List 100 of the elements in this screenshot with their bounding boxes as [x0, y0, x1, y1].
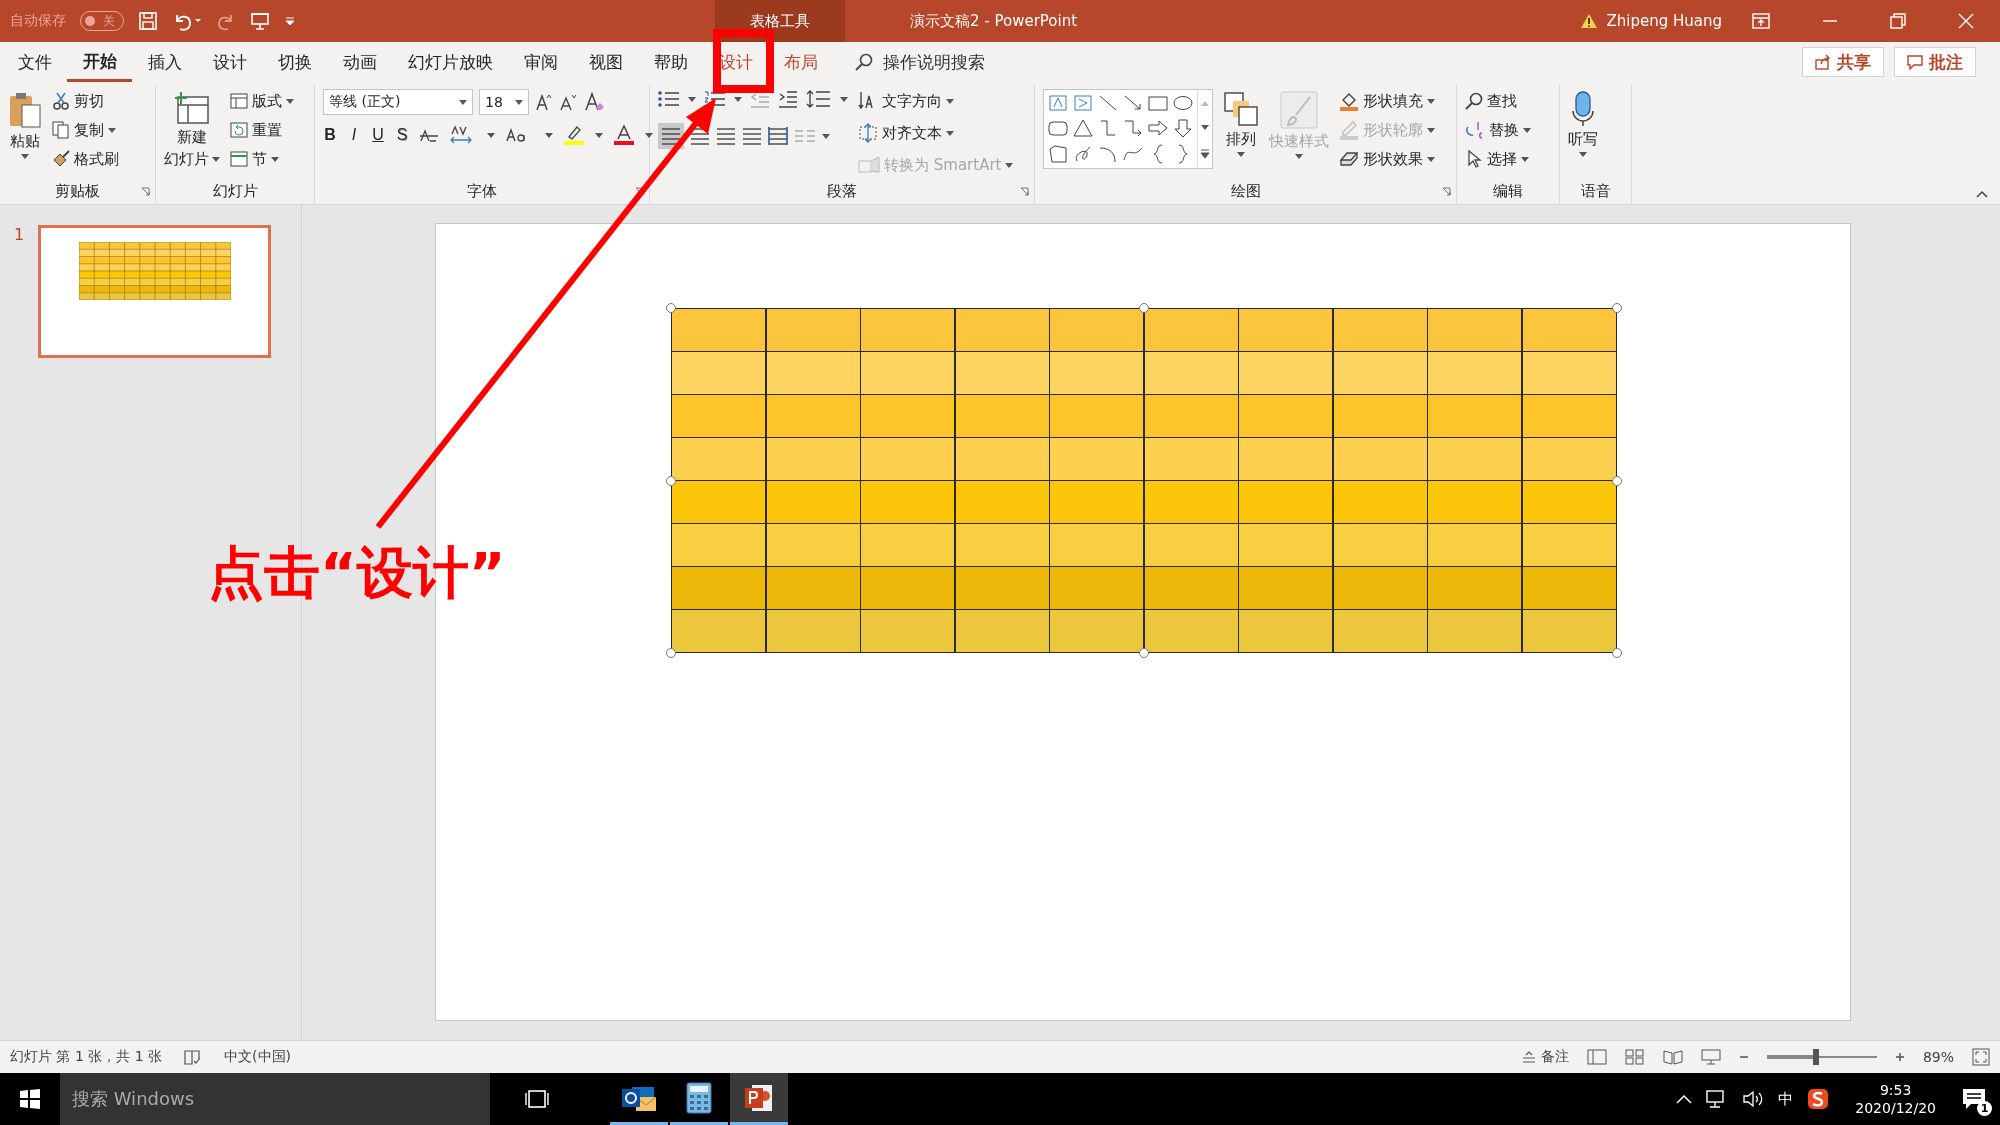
table-cell[interactable] — [1333, 481, 1427, 523]
resize-handle[interactable] — [666, 648, 676, 658]
table-cell[interactable] — [1522, 481, 1616, 523]
ribbon-button[interactable]: 格式刷 — [52, 147, 119, 171]
user-name[interactable]: Zhipeng Huang — [1606, 12, 1722, 30]
table-cell[interactable] — [766, 610, 860, 652]
table-cell[interactable] — [955, 610, 1049, 652]
table-cell[interactable] — [1522, 309, 1616, 351]
ribbon-tab[interactable]: 帮助 — [638, 42, 703, 82]
table-cell[interactable] — [1050, 567, 1144, 609]
table-cell[interactable] — [1050, 481, 1144, 523]
table-cell[interactable] — [1522, 395, 1616, 437]
table-cell[interactable] — [1050, 309, 1144, 351]
table-cell[interactable] — [1333, 395, 1427, 437]
shapes-gallery[interactable] — [1043, 89, 1213, 169]
table-cell[interactable] — [1144, 610, 1238, 652]
resize-handle[interactable] — [1612, 475, 1622, 486]
table-cell[interactable] — [1239, 352, 1333, 394]
table-cell[interactable] — [766, 352, 860, 394]
table-cell[interactable] — [1522, 524, 1616, 566]
table-cell[interactable] — [955, 524, 1049, 566]
ribbon-button[interactable]: 文字方向 — [858, 89, 1014, 113]
taskbar-app[interactable] — [730, 1073, 788, 1125]
tell-me-search[interactable]: 操作说明搜索 — [883, 50, 985, 74]
language-indicator[interactable]: 中文(中国) — [224, 1048, 291, 1066]
table-cell[interactable] — [1522, 567, 1616, 609]
zoom-level[interactable]: 89% — [1922, 1049, 1954, 1065]
ribbon-button[interactable]: 查找 — [1465, 89, 1531, 113]
table-cell[interactable] — [1333, 524, 1427, 566]
ribbon-button[interactable]: 选择 — [1465, 147, 1531, 171]
table-cell[interactable] — [672, 567, 766, 609]
table-cell[interactable] — [1333, 309, 1427, 351]
ribbon-tab[interactable]: 审阅 — [508, 42, 573, 82]
table-cell[interactable] — [861, 524, 955, 566]
table-cell[interactable] — [1050, 610, 1144, 652]
taskbar-search-field[interactable]: 搜索 Windows — [60, 1073, 490, 1125]
table-cell[interactable] — [1522, 610, 1616, 652]
font-style-button[interactable]: S — [395, 126, 409, 144]
ribbon-tab[interactable]: 文件 — [2, 42, 67, 82]
table-cell[interactable] — [1522, 352, 1616, 394]
table-cell[interactable] — [955, 309, 1049, 351]
ribbon-tab[interactable]: 切换 — [262, 42, 327, 82]
font-style-button[interactable]: U — [371, 126, 385, 144]
table-cell[interactable] — [1050, 524, 1144, 566]
table-cell[interactable] — [1428, 481, 1522, 523]
table-cell[interactable] — [955, 395, 1049, 437]
table-cell[interactable] — [1239, 610, 1333, 652]
table-cell[interactable] — [766, 524, 860, 566]
table-cell[interactable] — [766, 309, 860, 351]
ribbon-tab[interactable]: 插入 — [132, 42, 197, 82]
table-cell[interactable] — [861, 567, 955, 609]
table-cell[interactable] — [766, 481, 860, 523]
share-button[interactable]: 共享 — [1802, 47, 1884, 77]
arrange-button[interactable]: 排列 — [1223, 89, 1259, 157]
ribbon-tab[interactable]: 布局 — [768, 42, 833, 82]
table-cell[interactable] — [1144, 395, 1238, 437]
table-cell[interactable] — [1428, 567, 1522, 609]
table-cell[interactable] — [1050, 395, 1144, 437]
ribbon-tab[interactable]: 幻灯片放映 — [392, 42, 508, 82]
table-cell[interactable] — [1239, 438, 1333, 480]
table-cell[interactable] — [861, 481, 955, 523]
table-cell[interactable] — [861, 610, 955, 652]
table-cell[interactable] — [1050, 438, 1144, 480]
resize-handle[interactable] — [666, 475, 676, 486]
table-cell[interactable] — [1144, 309, 1238, 351]
input-method-indicator[interactable]: 中 — [1778, 1089, 1794, 1109]
ribbon-tab[interactable]: 设计 — [703, 42, 768, 82]
resize-handle[interactable] — [666, 303, 676, 313]
table-cell[interactable] — [1144, 481, 1238, 523]
ribbon-button[interactable]: 形状填充 — [1339, 89, 1435, 113]
dictate-button[interactable]: 听写 — [1568, 89, 1598, 157]
table-cell[interactable] — [955, 567, 1049, 609]
table-cell[interactable] — [955, 481, 1049, 523]
ribbon-button[interactable]: 替换 — [1465, 118, 1531, 142]
table-cell[interactable] — [1428, 610, 1522, 652]
table-cell[interactable] — [1333, 610, 1427, 652]
font-size-field[interactable]: 18 — [479, 89, 529, 115]
table-cell[interactable] — [766, 395, 860, 437]
table[interactable] — [671, 308, 1617, 653]
table-cell[interactable] — [861, 438, 955, 480]
ribbon-tab[interactable]: 视图 — [573, 42, 638, 82]
table-cell[interactable] — [766, 567, 860, 609]
font-style-button[interactable]: I — [347, 126, 361, 144]
ribbon-button[interactable]: 形状效果 — [1339, 147, 1435, 171]
font-style-button[interactable]: B — [323, 126, 337, 144]
table-cell[interactable] — [766, 438, 860, 480]
table-cell[interactable] — [672, 438, 766, 480]
table-cell[interactable] — [1428, 395, 1522, 437]
table-cell[interactable] — [1428, 438, 1522, 480]
paste-button[interactable]: 粘贴 — [8, 89, 42, 159]
table-cell[interactable] — [1239, 481, 1333, 523]
zoom-slider-thumb[interactable] — [1813, 1049, 1820, 1065]
ribbon-tab[interactable]: 动画 — [327, 42, 392, 82]
table-cell[interactable] — [672, 309, 766, 351]
table-cell[interactable] — [1144, 352, 1238, 394]
resize-handle[interactable] — [1139, 303, 1149, 313]
table-cell[interactable] — [1144, 567, 1238, 609]
table-cell[interactable] — [672, 352, 766, 394]
table-cell[interactable] — [672, 610, 766, 652]
new-slide-button[interactable]: 新建 幻灯片 — [164, 89, 220, 169]
